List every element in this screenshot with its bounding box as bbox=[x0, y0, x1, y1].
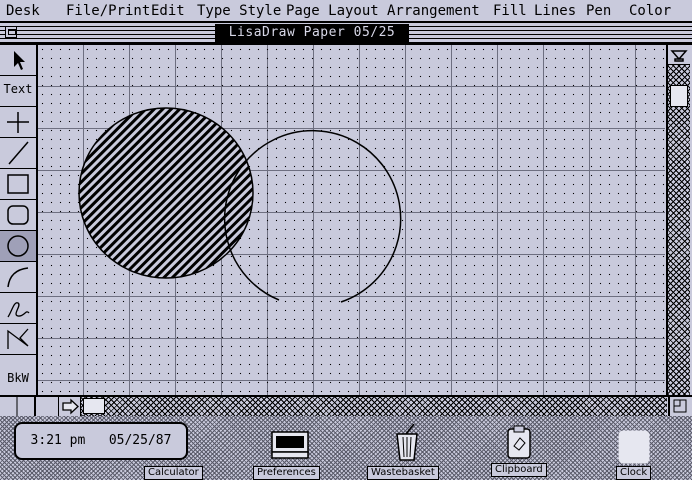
clock-label[interactable]: Clock bbox=[616, 466, 652, 480]
menu-arrangement[interactable]: Arrangement bbox=[387, 2, 480, 20]
clock-icon[interactable] bbox=[618, 430, 650, 468]
line-icon bbox=[8, 141, 29, 165]
calculator-label[interactable]: Calculator bbox=[144, 466, 203, 480]
menu-fill[interactable]: Fill bbox=[493, 2, 527, 20]
rounded-rectangle-icon bbox=[7, 205, 29, 225]
menu-edit[interactable]: Edit bbox=[151, 2, 185, 20]
freehand-icon bbox=[7, 302, 30, 318]
tool-polygon[interactable] bbox=[0, 324, 36, 355]
tool-rounded-rectangle[interactable] bbox=[0, 200, 36, 231]
tool-text[interactable]: Text bbox=[0, 76, 36, 107]
horizontal-scrollbar[interactable] bbox=[58, 397, 667, 416]
window-title-bar[interactable]: LisaDraw Paper 05/25 bbox=[0, 23, 692, 45]
clock-panel: 3:21 pm 05/25/87 bbox=[14, 422, 188, 460]
rectangle-icon bbox=[7, 174, 29, 194]
crosshair-icon bbox=[7, 112, 29, 133]
desktop: 3:21 pm 05/25/87 Calculator Preferences … bbox=[0, 416, 692, 480]
arc-icon bbox=[7, 267, 29, 288]
tool-arc[interactable] bbox=[0, 262, 36, 293]
horizontal-scroll-thumb[interactable] bbox=[83, 398, 105, 414]
drawing-shapes bbox=[78, 107, 402, 303]
tool-oval[interactable] bbox=[0, 231, 36, 262]
oval-icon bbox=[7, 235, 29, 257]
drawing-canvas[interactable] bbox=[38, 45, 665, 395]
polygon-icon bbox=[7, 328, 29, 349]
menu-color[interactable]: Color bbox=[629, 2, 671, 20]
menu-desk[interactable]: Desk bbox=[6, 2, 40, 20]
menu-lines[interactable]: Lines bbox=[534, 2, 576, 20]
document-window: LisaDraw Paper 05/25 Text BkW bbox=[0, 23, 692, 416]
bkw-tool-label: BkW bbox=[7, 371, 29, 385]
tool-crosshair[interactable] bbox=[0, 107, 36, 138]
outline-circle-arc-shape[interactable] bbox=[223, 129, 402, 303]
window-title: LisaDraw Paper 05/25 bbox=[215, 24, 409, 42]
menu-type-style[interactable]: Type Style bbox=[197, 2, 281, 20]
preferences-label[interactable]: Preferences bbox=[253, 466, 320, 480]
preferences-icon[interactable] bbox=[270, 428, 310, 466]
tool-bkw[interactable]: BkW bbox=[0, 355, 36, 386]
clock-readout: 3:21 pm 05/25/87 bbox=[16, 433, 186, 448]
vertical-scrollbar[interactable] bbox=[666, 45, 690, 395]
scroll-up-arrow-icon[interactable] bbox=[668, 45, 690, 65]
menu-bar: Desk File/Print Edit Type Style Page Lay… bbox=[0, 0, 692, 23]
tool-freehand[interactable] bbox=[0, 293, 36, 324]
vertical-scroll-thumb[interactable] bbox=[670, 85, 688, 107]
wastebasket-label[interactable]: Wastebasket bbox=[367, 466, 439, 480]
resize-box-icon[interactable] bbox=[668, 397, 690, 416]
clipboard-label[interactable]: Clipboard bbox=[491, 463, 547, 477]
tool-line[interactable] bbox=[0, 138, 36, 169]
scroll-right-arrow-icon[interactable] bbox=[59, 397, 81, 416]
tool-rectangle[interactable] bbox=[0, 169, 36, 200]
arrow-pointer-icon bbox=[14, 51, 25, 70]
menu-file-print[interactable]: File/Print bbox=[66, 2, 150, 20]
hatched-circle-shape[interactable] bbox=[78, 107, 254, 279]
clock-time: 3:21 pm bbox=[30, 433, 86, 448]
text-tool-label: Text bbox=[3, 82, 33, 96]
menu-pen[interactable]: Pen bbox=[586, 2, 611, 20]
horizontal-bar bbox=[0, 395, 692, 416]
tool-arrow[interactable] bbox=[0, 45, 36, 76]
tool-palette: Text BkW bbox=[0, 45, 38, 395]
menu-page-layout[interactable]: Page Layout bbox=[286, 2, 379, 20]
wastebasket-icon[interactable] bbox=[392, 423, 422, 466]
clock-date: 05/25/87 bbox=[108, 433, 172, 448]
split-box-icon[interactable] bbox=[0, 397, 36, 416]
clipboard-icon[interactable] bbox=[505, 424, 533, 464]
close-box-icon[interactable] bbox=[5, 26, 17, 38]
